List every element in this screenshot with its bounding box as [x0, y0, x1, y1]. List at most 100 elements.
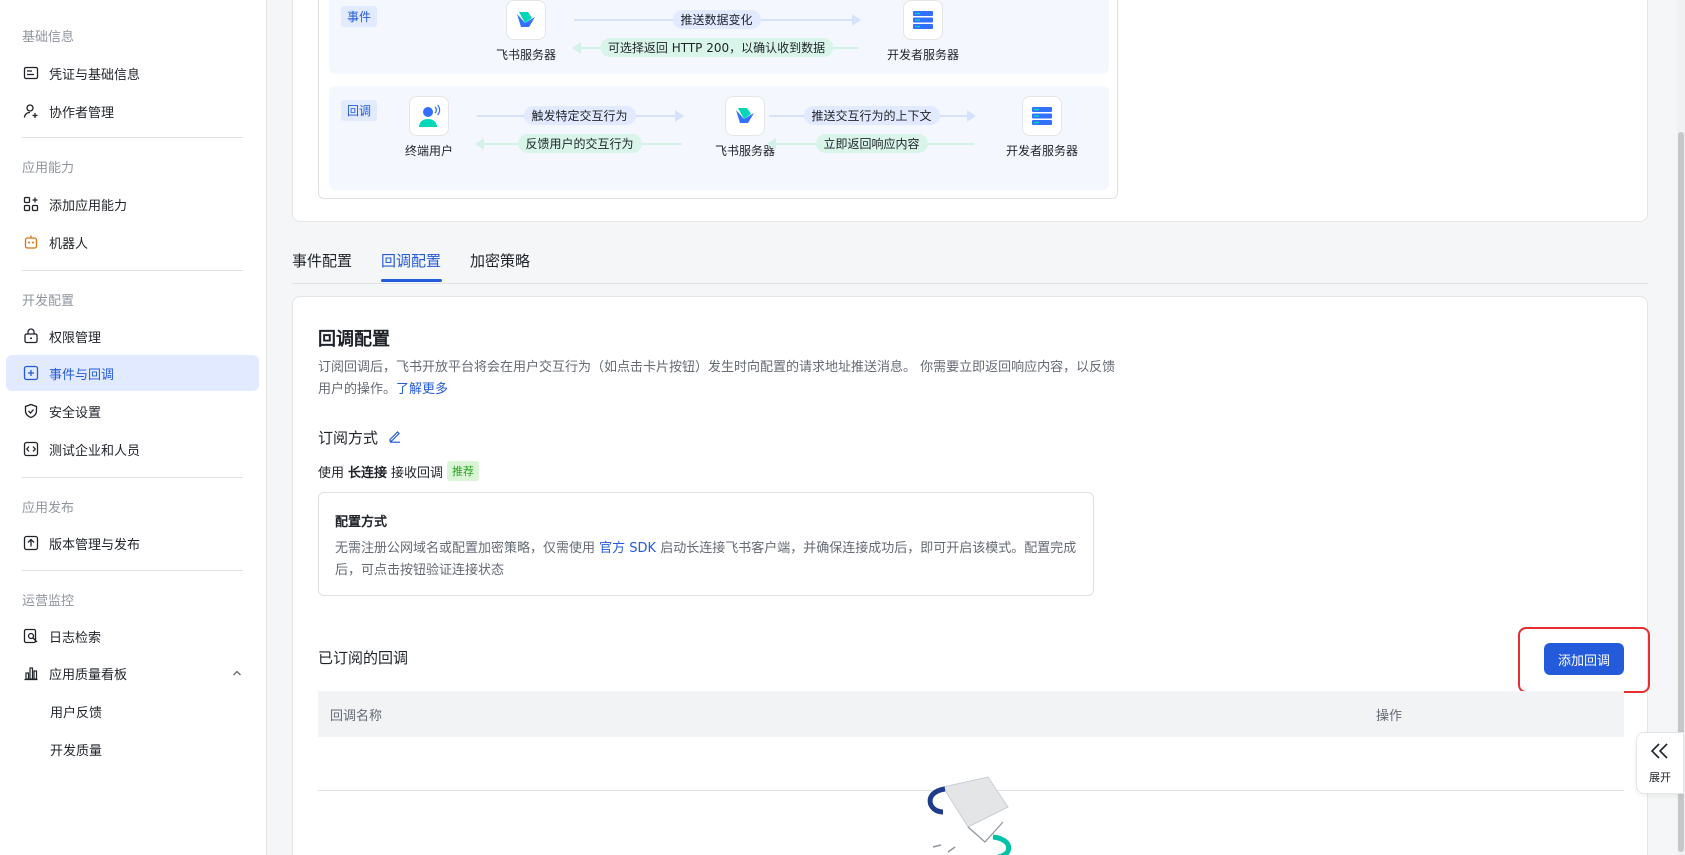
- shield-icon: [22, 402, 40, 420]
- flow-diagram: 事件 飞书服务器 推送数据变化 可选择返回 HTTP 200，以确认收到数据 开…: [318, 0, 1118, 199]
- sidebar-item-label: 权限管理: [49, 330, 102, 346]
- edit-icon[interactable]: [388, 429, 402, 447]
- divider: [22, 477, 243, 478]
- reply-arrow: 可选择返回 HTTP 200，以确认收到数据: [572, 38, 859, 57]
- sidebar-item-label: 协作者管理: [49, 105, 115, 121]
- config-method-title: 配置方式: [335, 515, 388, 530]
- feishu-server-node: 飞书服务器: [476, 0, 576, 63]
- config-text-pre: 无需注册公网域名或配置加密策略，仅需使用: [335, 541, 596, 556]
- active-tab-indicator: [381, 279, 442, 282]
- sidebar-item-label: 机器人: [49, 236, 89, 252]
- sidebar-item-label: 安全设置: [49, 405, 102, 421]
- feishu-logo-icon: [506, 0, 546, 40]
- add-callback-button[interactable]: 添加回调: [1544, 643, 1624, 675]
- empty-state-illustration: [913, 767, 1033, 855]
- dev-server-node: 开发者服务器: [992, 96, 1092, 159]
- col-action: 操作: [1376, 709, 1403, 724]
- group-ops: 运营监控: [22, 594, 75, 609]
- sidebar: 基础信息 凭证与基础信息 协作者管理 应用能力 添加应用能力 机器人 开发配置 …: [0, 0, 267, 855]
- divider: [22, 137, 243, 138]
- node-label: 开发者服务器: [886, 48, 959, 62]
- feishu-logo-icon: [725, 96, 765, 136]
- col-callback-name: 回调名称: [330, 709, 383, 724]
- sidebar-item-dev-quality[interactable]: 开发质量: [6, 731, 259, 767]
- group-basic: 基础信息: [22, 30, 75, 45]
- use-prefix: 使用: [318, 465, 345, 481]
- callback-lane: 回调 终端用户 触发特定交互行为 反馈用户的交互行为 飞书服务器 推送交互行为的…: [329, 86, 1109, 190]
- bar-chart-icon: [22, 664, 40, 682]
- node-label: 终端用户: [404, 144, 453, 158]
- code-icon: [22, 440, 40, 458]
- sidebar-item-label: 事件与回调: [49, 367, 115, 383]
- trigger-arrow: 触发特定交互行为: [477, 106, 684, 125]
- sidebar-item-label: 凭证与基础信息: [49, 67, 141, 83]
- event-add-icon: [22, 364, 40, 382]
- overview-card: 事件 飞书服务器 推送数据变化 可选择返回 HTTP 200，以确认收到数据 开…: [292, 0, 1648, 222]
- arrow-label: 反馈用户的交互行为: [517, 134, 642, 153]
- sidebar-item-user-feedback[interactable]: 用户反馈: [6, 693, 259, 729]
- callback-config-card: 回调配置 订阅回调后，飞书开放平台将会在用户交互行为（如点击卡片按钮）发生时向配…: [292, 296, 1650, 855]
- arrow-label: 触发特定交互行为: [523, 106, 636, 125]
- sidebar-item-label: 应用质量看板: [49, 667, 128, 683]
- config-method-box: 配置方式 无需注册公网域名或配置加密策略，仅需使用 官方 SDK 启动长连接飞书…: [318, 492, 1094, 596]
- divider: [22, 570, 243, 571]
- server-icon: [1022, 96, 1062, 136]
- subscribed-callbacks-title: 已订阅的回调: [318, 649, 409, 667]
- event-lane: 事件 飞书服务器 推送数据变化 可选择返回 HTTP 200，以确认收到数据 开…: [329, 0, 1109, 74]
- event-tag: 事件: [341, 6, 378, 27]
- table-header: 回调名称 操作: [318, 691, 1624, 737]
- sidebar-item-test-tenant[interactable]: 测试企业和人员: [6, 431, 259, 467]
- chevron-up-icon[interactable]: [231, 667, 243, 683]
- expand-label: 展开: [1649, 771, 1671, 784]
- config-method-text: 无需注册公网域名或配置加密策略，仅需使用 官方 SDK 启动长连接飞书客户端，并…: [335, 538, 1077, 582]
- sidebar-item-label: 版本管理与发布: [49, 537, 141, 553]
- page-title: 回调配置: [318, 329, 390, 350]
- sidebar-item-permissions[interactable]: 权限管理: [6, 318, 259, 354]
- sidebar-item-log-search[interactable]: 日志检索: [6, 618, 259, 654]
- expand-panel-button[interactable]: 展开: [1636, 732, 1684, 794]
- sidebar-item-quality[interactable]: 应用质量看板: [6, 655, 259, 691]
- upload-icon: [22, 534, 40, 552]
- double-chevron-left-icon: [1637, 739, 1683, 769]
- sidebar-item-collaborators[interactable]: 协作者管理: [6, 93, 259, 129]
- sidebar-item-add-capability[interactable]: 添加应用能力: [6, 186, 259, 222]
- lock-icon: [22, 327, 40, 345]
- user-add-icon: [22, 102, 40, 120]
- node-label: 开发者服务器: [1005, 144, 1078, 158]
- sidebar-item-label: 开发质量: [50, 743, 103, 759]
- respond-arrow: 立即返回响应内容: [767, 134, 974, 153]
- sidebar-item-events-callbacks[interactable]: 事件与回调: [6, 355, 259, 391]
- group-capability: 应用能力: [22, 161, 75, 176]
- subscribe-mode-heading: 订阅方式: [318, 427, 402, 448]
- sidebar-item-credentials[interactable]: 凭证与基础信息: [6, 55, 259, 91]
- arrow-label: 可选择返回 HTTP 200，以确认收到数据: [599, 38, 834, 57]
- push-arrow: 推送数据变化: [574, 10, 861, 29]
- apps-add-icon: [22, 195, 40, 213]
- use-suffix: 接收回调: [391, 465, 444, 481]
- sidebar-item-bot[interactable]: 机器人: [6, 224, 259, 260]
- sidebar-item-versions[interactable]: 版本管理与发布: [6, 525, 259, 561]
- tab-event-config[interactable]: 事件配置: [292, 250, 352, 271]
- sidebar-item-security[interactable]: 安全设置: [6, 393, 259, 429]
- subscribe-mode-value: 使用 长连接 接收回调 推荐: [318, 461, 480, 481]
- recommend-badge: 推荐: [447, 461, 480, 481]
- group-dev: 开发配置: [22, 294, 75, 309]
- tab-bar: 事件配置 回调配置 加密策略: [292, 246, 1648, 284]
- official-sdk-link[interactable]: 官方 SDK: [599, 541, 656, 556]
- sidebar-item-label: 日志检索: [49, 630, 102, 646]
- divider: [22, 270, 243, 271]
- tab-encryption[interactable]: 加密策略: [470, 250, 530, 271]
- learn-more-link[interactable]: 了解更多: [396, 382, 448, 397]
- sidebar-item-label: 用户反馈: [50, 705, 103, 721]
- end-user-node: 终端用户: [379, 96, 479, 159]
- robot-icon: [22, 233, 40, 251]
- sidebar-item-label: 添加应用能力: [49, 198, 128, 214]
- description: 订阅回调后，飞书开放平台将会在用户交互行为（如点击卡片按钮）发生时向配置的请求地…: [318, 357, 1118, 401]
- callback-tag: 回调: [341, 100, 378, 121]
- user-icon: [409, 96, 449, 136]
- server-icon: [903, 0, 943, 40]
- tab-callback-config[interactable]: 回调配置: [381, 250, 441, 271]
- node-label: 飞书服务器: [495, 48, 556, 62]
- arrow-label: 推送数据变化: [672, 10, 761, 29]
- group-release: 应用发布: [22, 501, 75, 516]
